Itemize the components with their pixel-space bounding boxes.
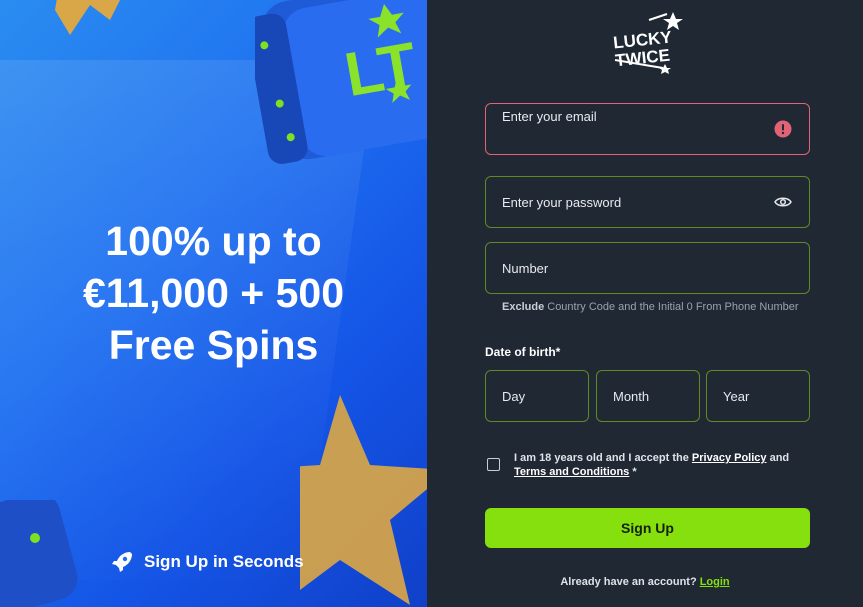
- number-label: Number: [502, 260, 549, 276]
- consent-prefix: I am 18 years old and I accept the: [514, 452, 692, 464]
- eye-icon[interactable]: [774, 195, 792, 209]
- dob-year-field[interactable]: Year: [706, 370, 810, 422]
- promo-panel: LT 100% up to €11,000 + 500 Free Spins S…: [0, 0, 427, 607]
- dob-day-label: Day: [502, 388, 526, 404]
- dob-label: Date of birth*: [485, 345, 561, 359]
- headline-line: Free Spins: [108, 322, 319, 368]
- consent-and: and: [766, 452, 790, 464]
- consent-suffix: *: [629, 466, 637, 478]
- terms-checkbox[interactable]: [487, 458, 500, 471]
- tagline-text: Sign Up in Seconds: [144, 552, 304, 571]
- dice-logo-text: LT: [340, 30, 422, 110]
- error-icon: [774, 120, 792, 138]
- headline-line: €11,000 + 500: [82, 270, 345, 316]
- login-prompt: Already have an account? Login: [427, 576, 863, 588]
- dice-decoration-icon: LT: [255, 0, 427, 164]
- login-link[interactable]: Login: [700, 576, 730, 588]
- email-label: Enter your email: [502, 109, 597, 124]
- signup-button[interactable]: Sign Up: [485, 508, 810, 548]
- rocket-icon: [112, 552, 132, 572]
- terms-consent: I am 18 years old and I accept the Priva…: [487, 451, 807, 479]
- consent-text: I am 18 years old and I accept the Priva…: [514, 451, 789, 479]
- headline-line: 100% up to: [105, 218, 322, 264]
- password-label: Enter your password: [502, 194, 622, 210]
- phone-hint-text: Country Code and the Initial 0 From Phon…: [544, 301, 799, 313]
- dice-decoration-icon: [0, 500, 78, 607]
- star-decoration-icon: [55, 0, 120, 35]
- phone-hint-bold: Exclude: [502, 301, 545, 313]
- dob-day-field[interactable]: Day: [485, 370, 589, 422]
- password-field[interactable]: Enter your password: [485, 176, 810, 228]
- phone-number-field[interactable]: Number: [485, 242, 810, 294]
- dob-month-field[interactable]: Month: [596, 370, 700, 422]
- lucky-twice-logo: LUCKY TWICE: [612, 12, 683, 74]
- privacy-policy-link[interactable]: Privacy Policy: [692, 452, 767, 464]
- terms-link[interactable]: Terms and Conditions: [514, 466, 629, 478]
- dob-year-label: Year: [723, 388, 750, 404]
- star-decoration-icon: [300, 395, 427, 605]
- dob-month-label: Month: [613, 388, 650, 404]
- promo-tagline: Sign Up in Seconds: [110, 549, 304, 575]
- phone-hint: Exclude Country Code and the Initial 0 F…: [502, 300, 802, 314]
- email-field[interactable]: Enter your email: [485, 103, 810, 155]
- promo-headline: 100% up to €11,000 + 500 Free Spins: [0, 215, 427, 371]
- signup-form-panel: LUCKY TWICE Enter your email Enter your …: [427, 0, 863, 607]
- login-prompt-text: Already have an account?: [560, 576, 697, 588]
